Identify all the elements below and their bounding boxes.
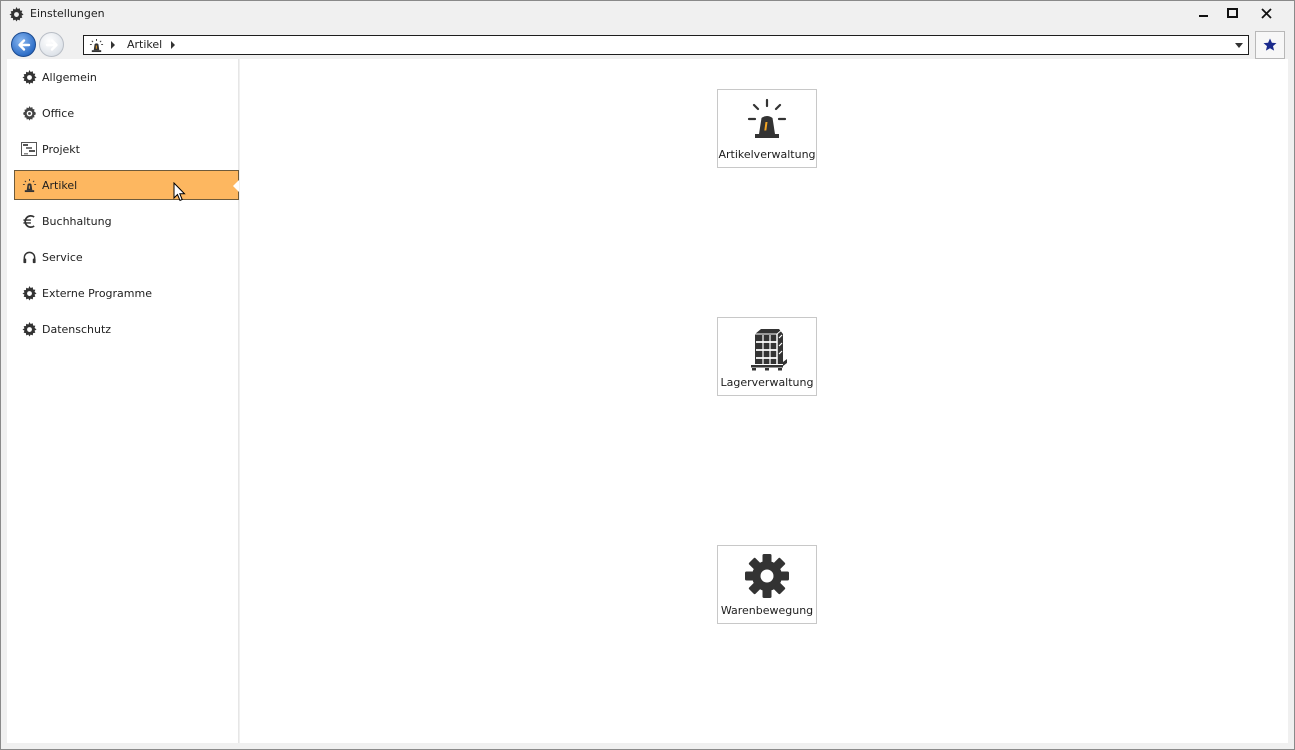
tile-label: Lagerverwaltung: [720, 376, 814, 389]
pallet-boxes-icon: [743, 324, 791, 372]
breadcrumb-item-artikel[interactable]: Artikel: [127, 38, 162, 51]
settings-window: Einstellungen Artikel Allgemein Office P…: [0, 0, 1295, 750]
sidebar-item-office[interactable]: Office: [14, 98, 239, 128]
tile-lagerverwaltung[interactable]: Lagerverwaltung: [717, 317, 817, 396]
gear-icon: [9, 7, 24, 22]
sidebar-item-service[interactable]: Service: [14, 242, 239, 272]
breadcrumb-dropdown-button[interactable]: [1232, 37, 1246, 53]
mouse-cursor-icon: [173, 182, 186, 202]
sidebar-item-artikel[interactable]: Artikel: [14, 170, 239, 200]
chevron-down-icon: [1235, 42, 1243, 48]
star-icon: [1263, 38, 1277, 51]
tile-artikelverwaltung[interactable]: Artikelverwaltung: [717, 89, 817, 168]
sidebar-item-label: Artikel: [42, 178, 78, 192]
main-panel: Artikelverwaltung Lagerverwaltung Warenb…: [240, 59, 1288, 743]
office-gear-icon: [21, 105, 37, 121]
back-button[interactable]: [11, 32, 36, 57]
gear-icon: [21, 69, 37, 85]
tile-label: Artikelverwaltung: [718, 148, 816, 161]
tile-label: Warenbewegung: [720, 604, 814, 617]
headset-icon: [21, 249, 37, 265]
sidebar-item-label: Datenschutz: [42, 322, 112, 336]
close-button[interactable]: [1251, 1, 1281, 25]
maximize-icon: [1226, 7, 1238, 18]
euro-icon: [21, 213, 37, 229]
forward-arrow-icon: [45, 38, 58, 51]
back-arrow-icon: [17, 38, 30, 51]
gear-icon: [21, 321, 37, 337]
project-icon: [21, 141, 37, 157]
sidebar-item-label: Office: [42, 106, 75, 120]
tile-warenbewegung[interactable]: Warenbewegung: [717, 545, 817, 624]
window-title: Einstellungen: [30, 7, 105, 20]
navigation-bar: Artikel: [1, 29, 1294, 59]
sidebar-item-datenschutz[interactable]: Datenschutz: [14, 314, 239, 344]
sidebar-item-projekt[interactable]: Projekt: [14, 134, 239, 164]
sidebar-item-label: Externe Programme: [42, 286, 152, 300]
forward-button[interactable]: [39, 32, 64, 57]
sidebar-item-label: Service: [42, 250, 83, 264]
minimize-icon: [1199, 15, 1208, 17]
title-bar: Einstellungen: [1, 1, 1294, 27]
sidebar-item-label: Allgemein: [42, 70, 97, 84]
sidebar-item-buchhaltung[interactable]: Buchhaltung: [14, 206, 239, 236]
gear-icon: [743, 552, 791, 600]
sidebar-item-label: Buchhaltung: [42, 214, 112, 228]
gear-icon: [21, 285, 37, 301]
settings-sidebar: Allgemein Office Projekt Artikel Buchhal…: [7, 59, 239, 743]
close-icon: [1260, 7, 1272, 19]
breadcrumb-bar[interactable]: Artikel: [83, 35, 1249, 55]
maximize-button[interactable]: [1217, 1, 1247, 25]
favorites-button[interactable]: [1255, 31, 1285, 59]
selection-notch: [233, 180, 239, 192]
siren-icon: [743, 96, 791, 144]
siren-icon: [21, 177, 37, 193]
breadcrumb-chevron-icon[interactable]: [110, 41, 116, 49]
sidebar-item-label: Projekt: [42, 142, 80, 156]
siren-icon[interactable]: [89, 38, 104, 53]
minimize-button[interactable]: [1189, 1, 1219, 25]
breadcrumb-chevron-icon[interactable]: [170, 41, 176, 49]
sidebar-item-externe-programme[interactable]: Externe Programme: [14, 278, 239, 308]
sidebar-item-allgemein[interactable]: Allgemein: [14, 62, 239, 92]
